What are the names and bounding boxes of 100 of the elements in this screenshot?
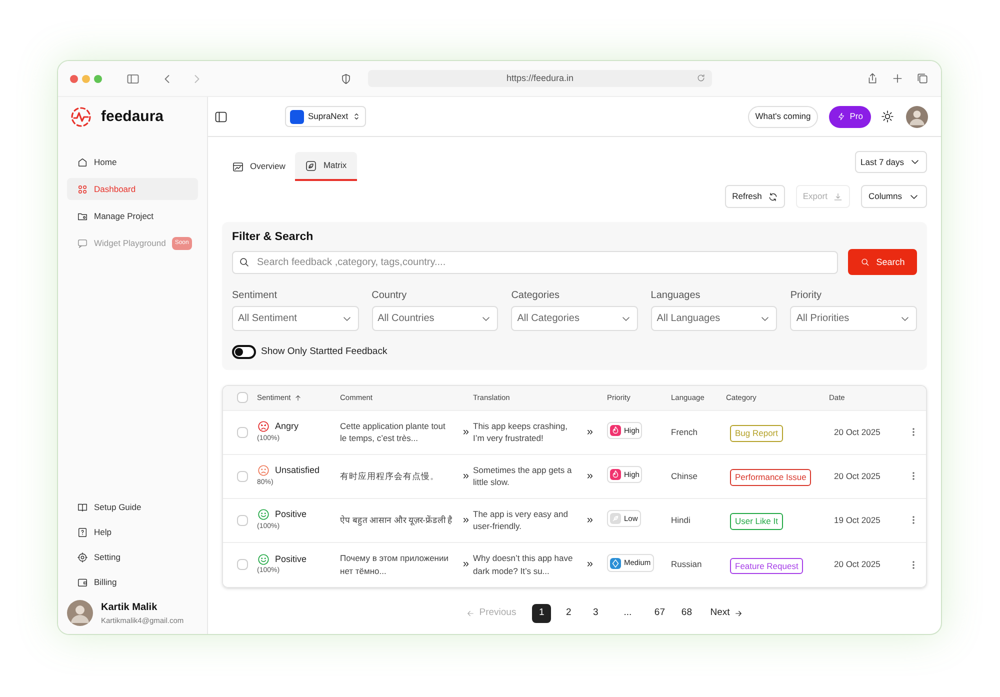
- columns-dropdown[interactable]: Columns: [861, 185, 927, 208]
- settings-icon: [77, 552, 88, 564]
- language-text: Russian: [671, 558, 703, 571]
- tab[interactable]: Matrix: [295, 152, 357, 181]
- tab[interactable]: Overview: [222, 152, 296, 181]
- filter-dropdown[interactable]: All Sentiment: [232, 306, 359, 332]
- expand-link[interactable]: »: [462, 424, 469, 440]
- expand-link[interactable]: »: [586, 512, 593, 528]
- select-all-checkbox[interactable]: [237, 392, 248, 403]
- page-button[interactable]: 68: [677, 604, 696, 622]
- row-checkbox[interactable]: [237, 470, 248, 482]
- row-checkbox[interactable]: [237, 426, 248, 438]
- category-tag: Feature Request: [730, 558, 804, 574]
- more-options-icon[interactable]: [912, 471, 915, 481]
- filter-dropdown[interactable]: All Languages: [650, 306, 778, 332]
- refresh-icon: [768, 192, 778, 202]
- tabs-icon: [916, 72, 929, 85]
- filter-dropdown[interactable]: All Countries: [372, 306, 498, 332]
- sidebar-item[interactable]: Setup Guide: [67, 498, 198, 517]
- filter-label: Categories: [511, 289, 561, 304]
- logo-icon: [69, 105, 93, 129]
- chart-window-icon: [232, 160, 244, 172]
- comment-text: 有时应用程序会有点慢。: [340, 470, 440, 482]
- sidebar-item[interactable]: Help: [67, 524, 198, 542]
- toggle-switch[interactable]: [232, 345, 256, 360]
- expand-link[interactable]: »: [586, 424, 593, 440]
- language-text: Hindi: [671, 514, 692, 526]
- more-options-icon[interactable]: [912, 515, 915, 525]
- arrow-left-icon: [466, 608, 476, 618]
- brand-name: feedaura: [101, 106, 164, 127]
- row-checkbox[interactable]: [237, 514, 248, 526]
- sidebar-item[interactable]: Billing: [67, 574, 198, 592]
- folder-icon: [77, 210, 88, 222]
- frown-icon: [257, 464, 270, 478]
- chat-icon: [77, 238, 88, 248]
- share-icon: [866, 72, 879, 85]
- translation-text: Why doesn’t this app have dark mode? It’s su...: [473, 552, 574, 577]
- page-button[interactable]: 67: [650, 604, 670, 622]
- filter-dropdown[interactable]: All Priorities: [790, 306, 917, 332]
- lightning-icon: [836, 112, 846, 121]
- search-icon: [860, 257, 870, 268]
- category-tag: Bug Report: [730, 425, 783, 442]
- next-link[interactable]: Next: [710, 606, 743, 620]
- filter-label: Country: [372, 289, 408, 304]
- expand-link[interactable]: »: [462, 556, 469, 573]
- feather-icon: [610, 513, 621, 524]
- sidebar-toggle-icon: [214, 110, 228, 124]
- avatar[interactable]: [906, 106, 928, 128]
- new-tab-icon: [891, 72, 904, 85]
- download-icon: [833, 192, 844, 202]
- more-options-icon[interactable]: [912, 560, 915, 570]
- date-text: 20 Oct 2025: [833, 558, 882, 571]
- sort-up-icon: [294, 394, 302, 402]
- comment-text: ऐप बहुत आसान और यूज़र-फ्रेंडली है: [340, 514, 454, 526]
- sidebar-item[interactable]: Dashboard: [67, 178, 198, 200]
- expand-link[interactable]: »: [586, 468, 593, 484]
- search-field[interactable]: Search feedback ,category, tags,country....: [232, 251, 838, 274]
- fire-icon: [610, 425, 621, 436]
- book-icon: [77, 502, 88, 514]
- category-tag: User Like It: [730, 513, 783, 530]
- address-bar[interactable]: https://feedura.in: [368, 70, 712, 87]
- page-button[interactable]: 1: [532, 604, 552, 622]
- grid-icon: [77, 184, 88, 194]
- sidebar-item[interactable]: Setting: [67, 548, 198, 567]
- theme-sun-icon: [881, 110, 894, 123]
- page-button[interactable]: ...: [618, 604, 638, 622]
- avatar[interactable]: [67, 600, 93, 626]
- filter-dropdown[interactable]: All Categories: [511, 306, 638, 332]
- sidebar-item[interactable]: Manage Project: [67, 205, 198, 227]
- date-range-dropdown[interactable]: Last 7 days: [854, 151, 927, 173]
- row-checkbox[interactable]: [237, 559, 248, 570]
- project-color-icon: [290, 110, 304, 124]
- date-text: 19 Oct 2025: [833, 514, 882, 526]
- page-button[interactable]: 2: [559, 604, 578, 622]
- translation-text: The app is very easy and user-friendly.: [473, 508, 569, 532]
- filter-label: Priority: [790, 289, 823, 304]
- sentiment-label: Positive: [275, 552, 307, 566]
- project-selector[interactable]: SupraNext: [285, 106, 366, 127]
- page-button[interactable]: 3: [586, 604, 606, 622]
- search-button[interactable]: Search: [848, 249, 917, 276]
- expand-link[interactable]: »: [586, 556, 593, 573]
- action-button[interactable]: Refresh: [725, 185, 785, 208]
- wallet-icon: [77, 577, 88, 588]
- category-tag: Performance Issue: [730, 469, 812, 486]
- whats-coming-button[interactable]: What's coming: [748, 106, 818, 128]
- smile-icon: [257, 552, 270, 566]
- home-icon: [77, 156, 88, 168]
- url-text: https://feedura.in: [506, 72, 574, 85]
- expand-link[interactable]: »: [462, 512, 469, 528]
- pro-button[interactable]: Pro: [828, 106, 871, 128]
- date-text: 20 Oct 2025: [833, 426, 882, 438]
- more-options-icon[interactable]: [912, 427, 915, 437]
- sidebar-icon: [126, 72, 140, 86]
- frown-icon: [257, 420, 270, 434]
- sidebar-item[interactable]: Home: [67, 151, 198, 173]
- language-text: Chinse: [671, 470, 698, 482]
- filter-label: Sentiment: [232, 289, 278, 304]
- expand-link[interactable]: »: [462, 468, 469, 484]
- reload-icon: [696, 73, 706, 83]
- comment-text: Почему в этом приложении нет тёмно...: [340, 552, 450, 577]
